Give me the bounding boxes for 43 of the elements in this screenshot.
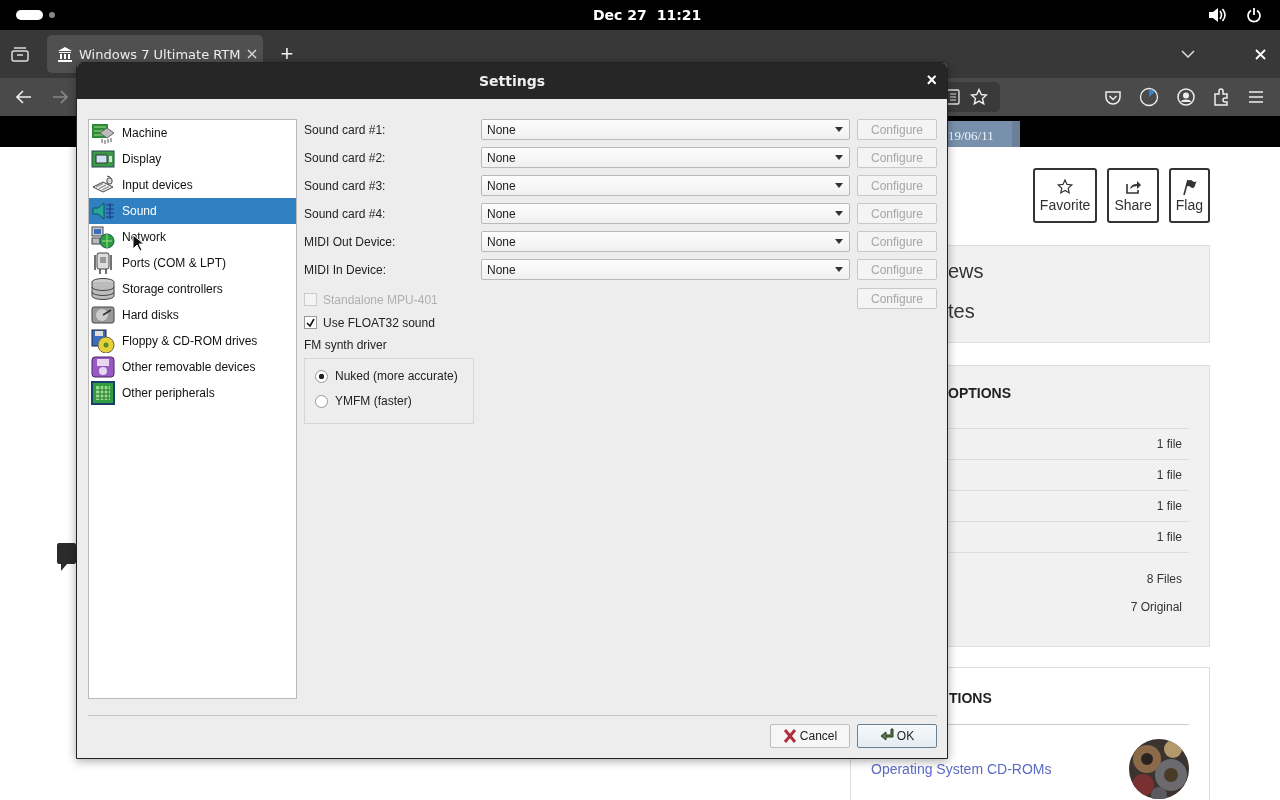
category-item[interactable]: Network	[89, 224, 296, 250]
checkbox-option[interactable]: Use FLOAT32 sound	[304, 312, 937, 333]
radio-label: Nuked (more accurate)	[335, 369, 458, 383]
category-item[interactable]: Hard disks	[89, 302, 296, 328]
field-label: Sound card #4:	[304, 205, 387, 223]
date-text: Dec 27	[593, 7, 647, 23]
category-item[interactable]: Ports (COM & LPT)	[89, 250, 296, 276]
field-label: Sound card #3:	[304, 177, 387, 195]
section-heading: OPTIONS	[948, 385, 1012, 403]
collection-link[interactable]: Operating System CD-ROMs	[871, 761, 1052, 777]
time-text: 11:21	[656, 7, 702, 23]
close-button[interactable]: ×	[926, 71, 937, 89]
action-button[interactable]: Favorite	[1032, 168, 1098, 223]
cancel-button[interactable]: Cancel	[770, 724, 850, 748]
category-item[interactable]: Storage controllers	[89, 276, 296, 302]
total-count: 7 Original	[1129, 600, 1183, 616]
category-item[interactable]: Floppy & CD-ROM drives	[89, 328, 296, 354]
file-count: 1 file	[1156, 468, 1182, 482]
field-label: Sound card #1:	[304, 121, 387, 139]
total-count: 8 Files	[1145, 572, 1183, 588]
category-item[interactable]: Other removable devices	[89, 354, 296, 380]
file-count: 1 file	[1156, 530, 1182, 544]
category-item[interactable]: Display	[89, 146, 296, 172]
file-count: 1 file	[1156, 437, 1182, 451]
date-text: 19/06/11	[948, 128, 994, 144]
action-button[interactable]: Share	[1107, 168, 1159, 223]
file-count: 1 file	[1156, 499, 1182, 513]
field-label: Sound card #2:	[304, 149, 387, 167]
stat-label: tes	[948, 300, 976, 324]
field-label: MIDI Out Device:	[304, 233, 397, 251]
category-item[interactable]: Sound	[89, 198, 296, 224]
category-item[interactable]: Input devices	[89, 172, 296, 198]
group-label: FM synth driver	[304, 337, 388, 354]
category-item[interactable]: Other peripherals	[89, 380, 296, 406]
radio-label: YMFM (faster)	[335, 394, 412, 408]
ok-button[interactable]: OK	[857, 724, 937, 748]
tab-title: Windows 7 Ultimate RTM	[79, 46, 241, 62]
stat-label: ews	[948, 260, 985, 284]
field-label: MIDI In Device:	[304, 261, 388, 279]
clock[interactable]: Dec 27 11:21	[593, 7, 702, 23]
action-button[interactable]: Flag	[1168, 168, 1210, 223]
category-item[interactable]: Machine	[89, 120, 296, 146]
dialog-title: Settings	[478, 73, 546, 89]
